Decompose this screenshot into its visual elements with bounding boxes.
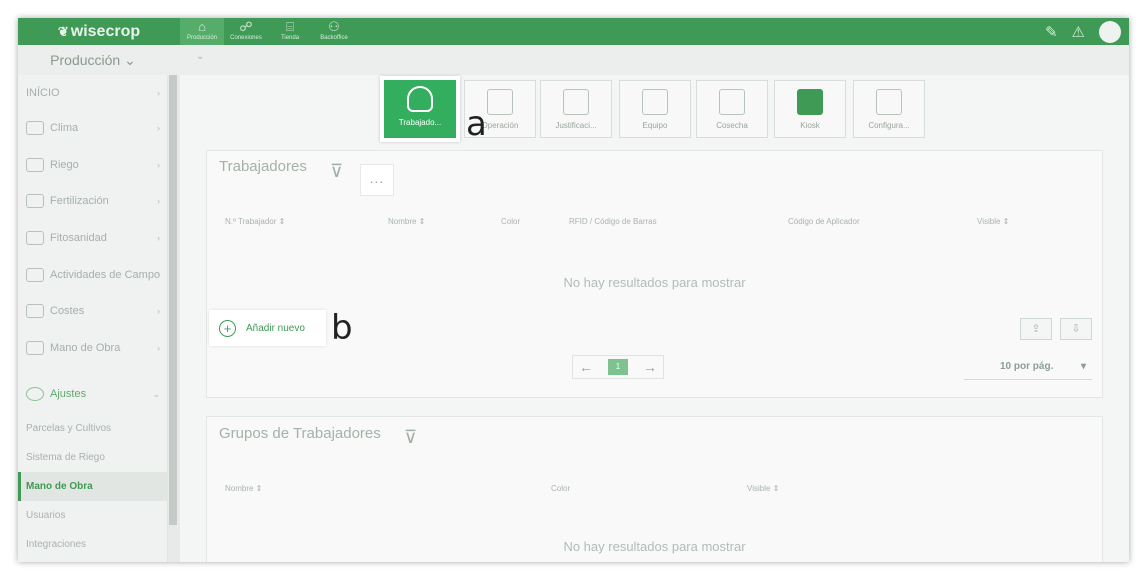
- dropdown-caret-icon: ▾: [1080, 361, 1086, 372]
- module-cosecha[interactable]: Cosecha: [696, 80, 768, 138]
- callout-b: b: [331, 308, 353, 348]
- chevron-right-icon: ›: [157, 123, 160, 133]
- arrow-left-icon[interactable]: ←: [579, 359, 593, 375]
- workforce-icon: [26, 341, 44, 355]
- avatar[interactable]: [1099, 20, 1121, 43]
- notes-icon[interactable]: ✎: [1045, 23, 1058, 41]
- col-visible[interactable]: Visible ⇕: [747, 484, 779, 493]
- backoffice-icon: ⚇: [328, 19, 340, 34]
- sidebar-sub-sistema-riego[interactable]: Sistema de Riego: [18, 443, 168, 472]
- module-justificaciones[interactable]: Justificaci...: [540, 80, 612, 138]
- sidebar-sub-parcelas[interactable]: Parcelas y Cultivos: [18, 414, 168, 443]
- page-number[interactable]: 1: [608, 359, 628, 375]
- filter-icon[interactable]: ⊽: [404, 427, 417, 448]
- empty-message: No hay resultados para mostrar: [563, 275, 746, 290]
- sidebar-scrollbar[interactable]: [168, 75, 180, 562]
- cloud-icon: [26, 121, 44, 135]
- chevron-right-icon: ›: [157, 88, 160, 98]
- nav-conexiones[interactable]: ☍ Conexiones: [224, 18, 268, 45]
- sidebar-item-riego[interactable]: Riego ›: [18, 153, 168, 177]
- col-visible[interactable]: Visible ⇕: [977, 217, 1009, 226]
- store-icon: ⌸: [286, 19, 294, 34]
- irrigation-icon: [26, 158, 44, 172]
- app-window: ❦ wisecrop ⌂ Producción ☍ Conexiones ⌸ Tiend…: [18, 18, 1129, 562]
- sidebar-item-inicio[interactable]: INÍCIO ›: [18, 81, 168, 105]
- sidebar-item-costes[interactable]: Costes ›: [18, 299, 168, 323]
- sidebar-sub-usuarios[interactable]: Usuarios: [18, 501, 168, 530]
- add-new-button[interactable]: + Añadir nuevo: [209, 310, 326, 346]
- panel-title: Grupos de Trabajadores: [219, 425, 381, 442]
- tools-icon: [876, 89, 902, 115]
- module-kiosk[interactable]: Kiosk: [774, 80, 846, 138]
- sidebar-item-ajustes[interactable]: Ajustes ⌄: [18, 382, 168, 406]
- filter-icon[interactable]: ⊽: [330, 161, 343, 182]
- module-configuracion[interactable]: Configura...: [853, 80, 925, 138]
- sidebar-item-fertilizacion[interactable]: Fertilización ›: [18, 189, 168, 213]
- upload-icon[interactable]: ⇪: [1020, 318, 1052, 340]
- more-options-button[interactable]: ...: [360, 164, 394, 196]
- chevron-right-icon: ›: [157, 270, 160, 280]
- col-codigo-aplicador: Código de Aplicador: [788, 217, 860, 226]
- sub-bar: Producción ⌄ ⌄: [18, 45, 1129, 75]
- checklist-icon: [487, 89, 513, 115]
- sidebar-item-actividades[interactable]: Actividades de Campo ›: [18, 263, 168, 287]
- network-icon: ☍: [239, 19, 253, 34]
- kiosk-qr-icon: [797, 89, 823, 115]
- activities-icon: [26, 268, 44, 282]
- plant-health-icon: [26, 231, 44, 245]
- sidebar-item-clima[interactable]: Clima ›: [18, 116, 168, 140]
- col-nombre[interactable]: Nombre ⇕: [388, 217, 425, 226]
- nav-backoffice[interactable]: ⚇ Backoffice: [312, 18, 356, 45]
- panel-title: Trabajadores: [219, 158, 307, 175]
- page-size-select[interactable]: 10 por pág. ▾: [964, 354, 1092, 380]
- download-icon[interactable]: ⇩: [1060, 318, 1092, 340]
- chevron-right-icon: ›: [157, 343, 160, 353]
- gear-icon: [26, 387, 44, 401]
- module-trabajadores[interactable]: Trabajado...: [380, 76, 460, 142]
- chevron-down-icon: ⌄: [152, 388, 160, 399]
- costs-icon: [26, 304, 44, 318]
- grupos-panel: Grupos de Trabajadores ⊽ Nombre ⇕ Color …: [206, 416, 1103, 562]
- top-bar: ❦ wisecrop ⌂ Producción ☍ Conexiones ⌸ Tiend…: [18, 18, 1129, 45]
- sidebar-item-fitosanidad[interactable]: Fitosanidad ›: [18, 226, 168, 250]
- nav-tienda[interactable]: ⌸ Tienda: [268, 18, 312, 45]
- harvest-icon: [719, 89, 745, 115]
- module-selector[interactable]: Producción ⌄: [18, 45, 168, 75]
- chevron-down-icon[interactable]: ⌄: [196, 51, 204, 62]
- wisecrop-logo[interactable]: ❦ wisecrop: [18, 18, 180, 45]
- col-color: Color: [551, 484, 571, 493]
- chevron-right-icon: ›: [157, 160, 160, 170]
- plus-circle-icon: +: [219, 319, 236, 337]
- sidebar: INÍCIO › Clima › Riego › Fertilización › Fit…: [18, 75, 168, 562]
- sidebar-sub-integraciones[interactable]: Integraciones: [18, 530, 168, 559]
- document-check-icon: [563, 89, 589, 115]
- fertilizer-icon: [26, 194, 44, 208]
- module-equipo[interactable]: Equipo: [619, 80, 691, 138]
- col-rfid: RFID / Código de Barras: [569, 217, 657, 226]
- warning-icon[interactable]: ⚠: [1072, 23, 1085, 41]
- col-n-trabajador[interactable]: N.º Trabajador ⇕: [225, 217, 285, 226]
- chevron-right-icon: ›: [157, 196, 160, 206]
- col-nombre[interactable]: Nombre ⇕: [225, 484, 262, 493]
- chevron-right-icon: ›: [157, 306, 160, 316]
- arrow-right-icon[interactable]: →: [643, 359, 657, 375]
- tractor-icon: [642, 89, 668, 115]
- nav-produccion[interactable]: ⌂ Producción: [180, 18, 224, 45]
- pagination: ← 1 →: [572, 355, 664, 379]
- empty-message: No hay resultados para mostrar: [563, 539, 746, 554]
- col-color: Color: [501, 217, 521, 226]
- crops-icon: ⌂: [198, 19, 206, 34]
- worker-hat-icon: [407, 86, 433, 112]
- sidebar-item-mano-de-obra[interactable]: Mano de Obra ›: [18, 336, 168, 360]
- chevron-right-icon: ›: [157, 233, 160, 243]
- callout-a: a: [466, 104, 487, 144]
- sidebar-sub-mano-de-obra[interactable]: Mano de Obra: [18, 472, 168, 501]
- scrollbar-thumb[interactable]: [169, 75, 177, 525]
